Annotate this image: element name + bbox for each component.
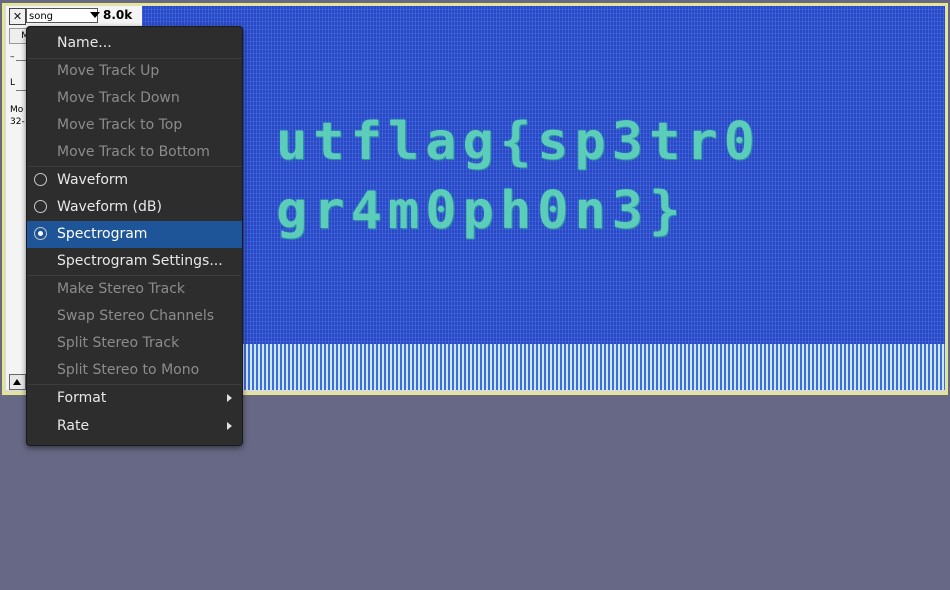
close-track-button[interactable]: ✕ xyxy=(9,8,26,25)
spectrogram-low-frequency-band xyxy=(142,344,945,390)
menu-item-label: Waveform xyxy=(57,172,129,188)
menu-item-label: Spectrogram Settings... xyxy=(57,253,223,269)
radio-on-icon xyxy=(34,227,47,240)
menu-item-spectrogram-settings[interactable]: Spectrogram Settings... xyxy=(27,248,242,275)
chevron-up-icon xyxy=(13,379,21,385)
menu-item-move-track-down[interactable]: Move Track Down xyxy=(27,85,242,112)
menu-item-make-stereo-track[interactable]: Make Stereo Track xyxy=(27,276,242,303)
menu-item-split-stereo-to-mono[interactable]: Split Stereo to Mono xyxy=(27,357,242,384)
menu-item-swap-stereo-channels[interactable]: Swap Stereo Channels xyxy=(27,303,242,330)
menu-item-move-track-to-top[interactable]: Move Track to Top xyxy=(27,112,242,139)
track-rate-label: 8.0k xyxy=(103,8,133,22)
menu-item-waveform[interactable]: Waveform xyxy=(27,167,242,194)
menu-item-label: Waveform (dB) xyxy=(57,199,162,215)
menu-item-move-track-to-bottom[interactable]: Move Track to Bottom xyxy=(27,139,242,166)
menu-item-label: Move Track Down xyxy=(57,90,180,106)
track-context-menu: Name... Move Track Up Move Track Down Mo… xyxy=(26,26,243,446)
menu-item-label: Move Track to Top xyxy=(57,117,183,133)
track-info-format: 32- xyxy=(10,117,25,127)
close-icon: ✕ xyxy=(12,10,23,23)
track-info-channels: Mo xyxy=(10,105,24,115)
spectrogram-hidden-text-line-1: utflag{sp3tr0 xyxy=(276,112,761,172)
collapse-track-button[interactable] xyxy=(9,374,26,390)
menu-item-move-track-up[interactable]: Move Track Up xyxy=(27,58,242,85)
chevron-down-icon[interactable] xyxy=(90,12,100,18)
radio-off-icon xyxy=(34,200,47,213)
menu-item-label: Format xyxy=(57,390,107,406)
menu-item-label: Spectrogram xyxy=(57,226,148,242)
pan-label: L xyxy=(10,78,16,88)
menu-item-label: Swap Stereo Channels xyxy=(57,308,215,324)
chevron-right-icon xyxy=(227,394,232,402)
menu-item-label: Move Track Up xyxy=(57,63,160,79)
radio-off-icon xyxy=(34,173,47,186)
spectrogram-view[interactable]: utflag{sp3tr0 gr4m0ph0n3} xyxy=(142,6,945,390)
menu-item-rate[interactable]: Rate xyxy=(27,413,242,440)
track-name-menu-button[interactable]: song xyxy=(26,8,98,23)
menu-item-split-stereo-track[interactable]: Split Stereo Track xyxy=(27,330,242,357)
spectrogram-hidden-text-line-2: gr4m0ph0n3} xyxy=(276,181,687,241)
menu-item-label: Name... xyxy=(57,35,112,51)
menu-item-label: Rate xyxy=(57,418,90,434)
track-name: song xyxy=(29,11,54,22)
menu-item-label: Move Track to Bottom xyxy=(57,144,210,160)
gain-label: – xyxy=(10,52,15,62)
menu-item-label: Make Stereo Track xyxy=(57,281,186,297)
menu-item-label: Split Stereo Track xyxy=(57,335,180,351)
menu-item-label: Split Stereo to Mono xyxy=(57,362,200,378)
menu-item-format[interactable]: Format xyxy=(27,385,242,412)
menu-item-spectrogram[interactable]: Spectrogram xyxy=(27,221,242,248)
chevron-right-icon xyxy=(227,422,232,430)
menu-item-name[interactable]: Name... xyxy=(27,30,242,57)
track-info: Mo 32- xyxy=(10,104,25,128)
menu-item-waveform-db[interactable]: Waveform (dB) xyxy=(27,194,242,221)
